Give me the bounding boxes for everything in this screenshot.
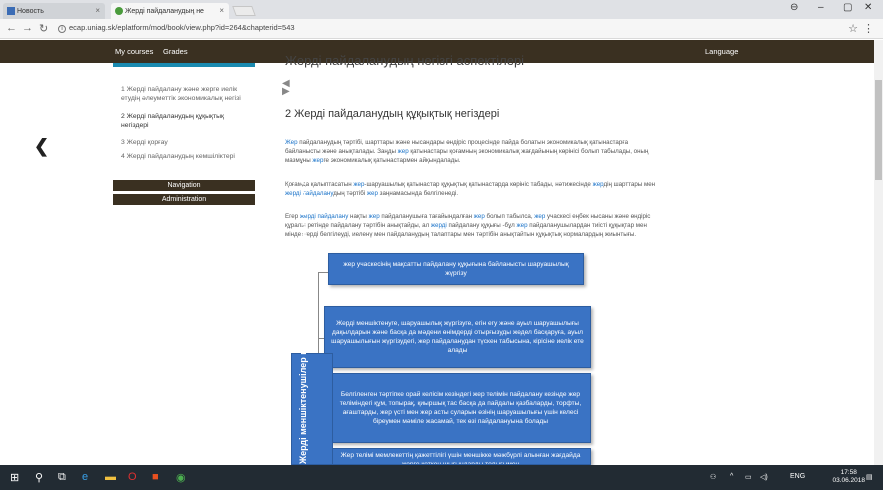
diagram-box: жер учаскесінің мақсатты пайдалану құқығ… xyxy=(328,253,584,285)
reload-icon[interactable]: ↻ xyxy=(39,22,48,35)
text: нақты xyxy=(348,213,369,220)
app-icon[interactable]: ■ xyxy=(152,471,159,483)
paragraph-2: Қоғамда қалыптасатын жер-шаруашылық қаты… xyxy=(285,180,785,198)
chrome-icon[interactable]: ◉ xyxy=(176,471,186,484)
maximize-icon[interactable]: ▢ xyxy=(843,2,852,13)
diagram-box: Жер телімі мемлекеттің қажеттілігі үшін … xyxy=(330,448,591,465)
glossary-link[interactable]: жер xyxy=(593,181,604,188)
task-view-icon[interactable]: ⧉ xyxy=(58,471,66,484)
forward-icon[interactable]: → xyxy=(22,22,33,34)
text: пайдаланудың тәртібі, шарттары және ныса… xyxy=(297,139,629,146)
favicon-icon xyxy=(115,7,123,15)
glossary-link[interactable]: жер xyxy=(534,213,545,220)
next-triangle-icon[interactable]: ▶ xyxy=(282,86,290,97)
close-icon[interactable]: × xyxy=(95,6,100,15)
table-of-contents: 1 Жерді пайдалану және жерге иелік етуді… xyxy=(113,63,255,181)
network-icon[interactable]: ▭ xyxy=(745,473,752,481)
menu-icon[interactable]: ⋮ xyxy=(863,22,874,35)
window-close-icon[interactable]: ✕ xyxy=(864,2,872,13)
diagram-box: Жерді меншіктенуге, шаруашылық жүргізуге… xyxy=(324,306,591,368)
new-tab-button[interactable] xyxy=(232,6,256,16)
paragraph-1: Жер пайдаланудың тәртібі, шарттары және … xyxy=(285,138,785,165)
tab-label: Новость xyxy=(17,7,44,15)
scrollbar-thumb[interactable] xyxy=(875,80,882,180)
tray-arrow-icon[interactable]: ^ xyxy=(730,473,733,480)
text: -шаруашылық қатынастар құқықтық қатынаст… xyxy=(364,181,593,188)
favicon-icon xyxy=(7,7,15,15)
text: ге экономикалық қатынастармен айқындалад… xyxy=(323,157,461,164)
page-title: Жерді пайдаланудың негізгі аспектілері xyxy=(285,53,525,68)
notification-icon[interactable]: ▤ xyxy=(866,473,873,481)
glossary-link[interactable]: жерді xyxy=(431,222,447,229)
toc-header-bar xyxy=(113,63,255,67)
search-icon[interactable]: ⚲ xyxy=(35,471,43,484)
text: дың тәртібі xyxy=(333,190,367,197)
keyboard-language[interactable]: ENG xyxy=(790,473,805,480)
back-icon[interactable]: ← xyxy=(6,22,17,34)
glossary-link[interactable]: жер xyxy=(474,213,485,220)
clock-date: 03.06.2018 xyxy=(832,477,865,484)
diagram-vertical-box: Жерді меншіктенушілер мен жер пайдалануш… xyxy=(291,167,333,465)
url-field[interactable]: i ecap.uniag.sk/eplatform/mod/book/view.p… xyxy=(58,23,295,33)
opera-icon[interactable]: O xyxy=(128,471,137,483)
chapter-heading: 2 Жерді пайдаланудың құқықтық негіздері xyxy=(285,108,500,120)
text: пайдаланушыға тағайындалған xyxy=(379,213,474,220)
text: қатынастары қоғамның экономикалық жағдай… xyxy=(408,148,649,155)
previous-chapter-icon[interactable]: ❮ xyxy=(34,136,49,157)
text: болып табылса, xyxy=(484,213,535,220)
bookmark-star-icon[interactable]: ☆ xyxy=(848,22,858,35)
text: байланысты және анықталады. Заңды xyxy=(285,148,398,155)
people-icon[interactable]: ⚇ xyxy=(710,473,716,481)
text: міндеттерді белгілеуді, иеленү мен пайда… xyxy=(285,231,637,238)
glossary-link[interactable]: жер xyxy=(367,190,378,197)
chapter-pager: ◀ ▶ xyxy=(282,79,290,97)
text: заңнамасында белгіленеді. xyxy=(377,190,459,197)
toc-item-active: 2 Жерді пайдаланудың құқықтық негіздері xyxy=(121,113,224,129)
glossary-link[interactable]: жер xyxy=(517,222,528,229)
toc-item[interactable]: 3 Жерді қорғау xyxy=(121,138,251,147)
close-icon[interactable]: × xyxy=(219,6,224,15)
text: учаскесі еңбек нысаны және өндіріс xyxy=(545,213,651,220)
minimize-icon[interactable]: – xyxy=(818,2,824,13)
text: пайдаланушылардан тиісті құқықтар мен xyxy=(527,222,647,229)
glossary-link[interactable]: жер xyxy=(312,157,323,164)
text: дің шарттары мен xyxy=(603,181,656,188)
volume-icon[interactable]: ◁) xyxy=(760,473,768,481)
address-bar: ← → ↻ i ecap.uniag.sk/eplatform/mod/book/… xyxy=(0,19,883,39)
browser-tab-active[interactable]: Жерді пайдаланудың не × xyxy=(111,3,229,19)
glossary-link[interactable]: жер xyxy=(369,213,380,220)
grades-link[interactable]: Grades xyxy=(163,47,188,56)
language-menu[interactable]: Language xyxy=(705,47,738,56)
edge-icon[interactable]: e xyxy=(82,471,88,483)
diagram-box: Белгіленген тәртіпке орай келісім кезінд… xyxy=(330,373,591,443)
toc-item[interactable]: 1 Жерді пайдалану және жерге иелік етуді… xyxy=(121,85,251,103)
browser-tab-bar: Новость × Жерді пайдаланудың не × ⊖ – ▢ … xyxy=(0,0,883,19)
profile-icon[interactable]: ⊖ xyxy=(790,2,798,13)
windows-start-icon[interactable]: ⊞ xyxy=(10,471,19,484)
glossary-link[interactable]: жерді пайдалану xyxy=(285,190,333,197)
windows-taskbar: ⊞ ⚲ ⧉ e ▬ O ■ ◉ ⚇ ^ ▭ ◁) ENG 17:58 03.06… xyxy=(0,465,883,490)
toc-item[interactable]: 4 Жерді пайдаланудың кемшіліктері xyxy=(121,152,251,161)
text: пайдалану құқығы -бұл xyxy=(446,222,517,229)
glossary-link[interactable]: жер xyxy=(353,181,364,188)
text: мазмұны xyxy=(285,157,313,164)
administration-block-header[interactable]: Administration xyxy=(113,194,255,205)
tab-label: Жерді пайдаланудың не xyxy=(125,7,204,15)
diagram-vertical-label: Жерді меншіктенушілер мен жер пайдалануш… xyxy=(298,166,308,464)
navigation-block-header[interactable]: Navigation xyxy=(113,180,255,191)
vertical-scrollbar[interactable] xyxy=(874,40,883,465)
clock-time: 17:58 xyxy=(840,469,857,476)
glossary-link[interactable]: жер xyxy=(398,148,409,155)
paragraph-3: Егер жерді пайдалану нақты жер пайдалану… xyxy=(285,212,785,239)
info-icon[interactable]: i xyxy=(58,25,66,33)
url-text: ecap.uniag.sk/eplatform/mod/book/view.ph… xyxy=(69,23,295,32)
browser-tab[interactable]: Новость × xyxy=(3,3,105,19)
file-explorer-icon[interactable]: ▬ xyxy=(105,471,116,483)
my-courses-link[interactable]: My courses xyxy=(115,47,153,56)
text: Қоғамда қалыптасатын xyxy=(285,181,354,188)
diagram-connector xyxy=(318,272,328,273)
glossary-link[interactable]: Жер xyxy=(285,139,298,146)
system-clock[interactable]: 17:58 03.06.2018 xyxy=(832,469,865,485)
